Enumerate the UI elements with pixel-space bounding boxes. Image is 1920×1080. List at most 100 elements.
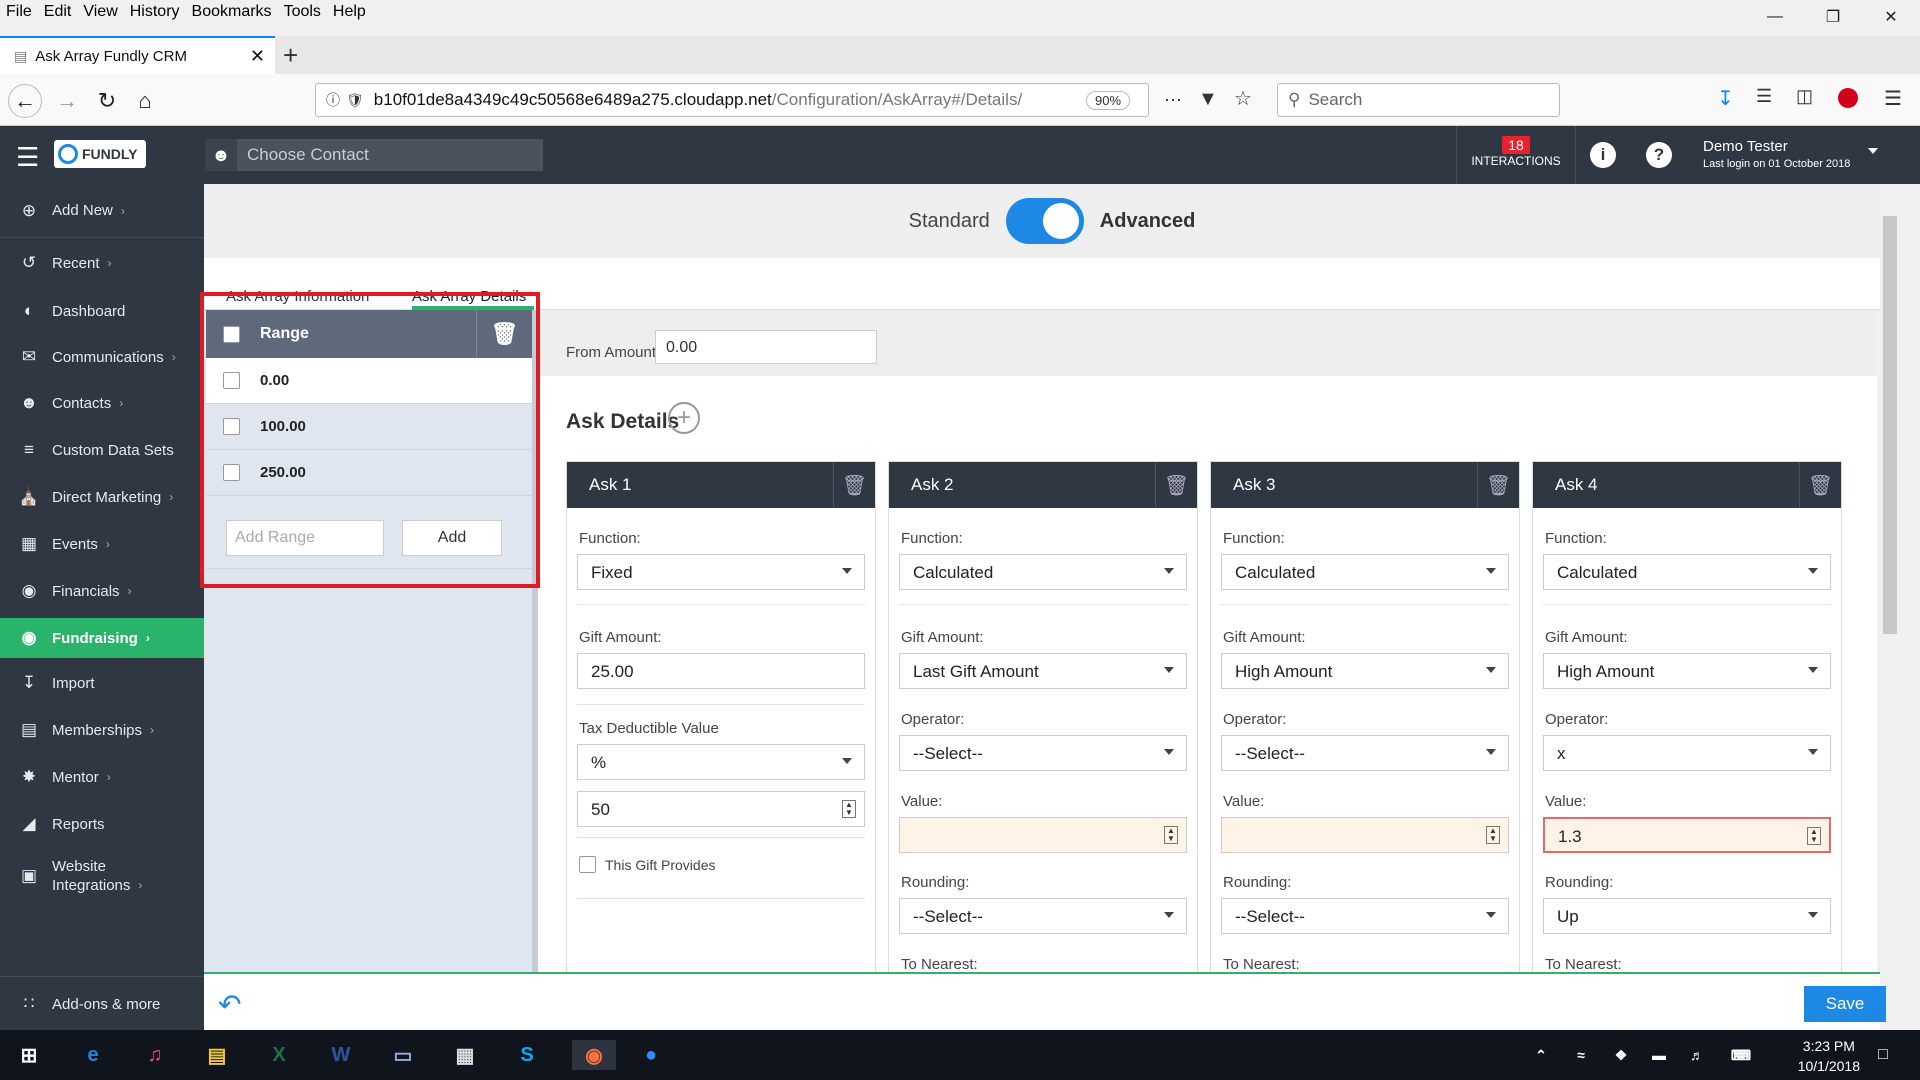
back-icon[interactable]: ← <box>8 84 42 118</box>
browser-search[interactable]: ⚲ Search <box>1277 83 1560 117</box>
sidebar-item-events[interactable]: ▦ Events › <box>0 521 204 567</box>
sidebar-item-addons[interactable]: ∷ Add-ons & more <box>0 981 204 1027</box>
rounding-select[interactable]: --Select-- <box>899 898 1187 934</box>
trash-icon[interactable]: 🗑 <box>833 462 875 508</box>
minimize-icon[interactable]: — <box>1746 0 1804 34</box>
spinner-icon[interactable]: ▲ ▼ <box>1807 827 1821 845</box>
sidebar-item-add-new[interactable]: ⊕ Add New › <box>0 184 204 238</box>
zoom-level[interactable]: 90% <box>1086 91 1131 110</box>
library-icon[interactable]: ☰ <box>1756 86 1772 107</box>
excel-icon[interactable]: X <box>264 1040 294 1070</box>
new-tab-icon[interactable]: + <box>283 40 298 71</box>
spinner-icon[interactable]: ▲ ▼ <box>1486 826 1500 844</box>
sidebar-item-financials[interactable]: ◉ Financials › <box>0 568 204 614</box>
gift-amount-select[interactable]: High Amount <box>1221 653 1509 689</box>
rounding-select[interactable]: Up <box>1543 898 1831 934</box>
value-input[interactable]: ▲ ▼ <box>899 817 1187 853</box>
menu-file[interactable]: File <box>0 0 38 21</box>
menu-view[interactable]: View <box>77 0 123 21</box>
page-scrollbar[interactable] <box>1880 184 1900 1030</box>
menu-history[interactable]: History <box>124 0 186 21</box>
gift-amount-select[interactable]: High Amount <box>1543 653 1831 689</box>
operator-select[interactable]: --Select-- <box>1221 735 1509 771</box>
sidebar-item-direct-marketing[interactable]: ⛪ Direct Marketing › <box>0 474 204 520</box>
interactions-button[interactable]: 18 INTERACTIONS <box>1456 126 1576 184</box>
url-bar[interactable]: ⓘ 🛡 b10f01de8a4349c49c50568e6489a275.clo… <box>315 83 1182 117</box>
sidebar-item-memberships[interactable]: ▤ Memberships › <box>0 707 204 753</box>
calculator-icon[interactable]: ▦ <box>450 1040 480 1070</box>
chevron-down-icon[interactable] <box>1868 148 1878 154</box>
keyboard-icon[interactable]: ⌨ <box>1726 1040 1756 1070</box>
user-menu[interactable]: Demo Tester Last login on 01 October 201… <box>1703 138 1850 170</box>
trash-icon[interactable]: 🗑 <box>1799 462 1841 508</box>
dropbox-icon[interactable]: ❖ <box>1606 1040 1636 1070</box>
menu-bookmarks[interactable]: Bookmarks <box>186 0 278 21</box>
function-select[interactable]: Calculated <box>899 554 1187 590</box>
sidebar-item-communications[interactable]: ✉ Communications › <box>0 334 204 380</box>
bookmark-star-icon[interactable]: ☆ <box>1234 86 1252 111</box>
firefox-icon[interactable]: ◉ <box>572 1040 616 1070</box>
zoom-app-icon[interactable]: ● <box>636 1040 666 1070</box>
hamburger-menu-icon[interactable]: ☰ <box>1884 86 1902 111</box>
tax-type-select[interactable]: % <box>577 744 865 780</box>
app-icon[interactable]: ▭ <box>388 1040 418 1070</box>
sidebar-item-fundraising[interactable]: ◉ Fundraising › <box>0 618 204 658</box>
help-icon[interactable]: ? <box>1646 142 1672 168</box>
close-tab-icon[interactable]: ✕ <box>250 46 265 67</box>
operator-select[interactable]: x <box>1543 735 1831 771</box>
value-input[interactable]: ▲ ▼ <box>1221 817 1509 853</box>
mode-toggle-switch[interactable] <box>1005 198 1084 244</box>
volume-icon[interactable]: ♬ <box>1682 1040 1712 1070</box>
menu-toggle-icon[interactable]: ☰ <box>16 142 39 173</box>
spinner-icon[interactable]: ▲ ▼ <box>842 800 856 818</box>
function-select[interactable]: Calculated <box>1543 554 1831 590</box>
info-icon[interactable]: ⓘ <box>326 90 340 110</box>
pocket-icon[interactable]: ▼ <box>1198 88 1218 111</box>
restore-icon[interactable]: ❐ <box>1804 0 1862 34</box>
windows-start-icon[interactable]: ⊞ <box>14 1040 44 1070</box>
sidebar-item-recent[interactable]: ↺ Recent › <box>0 240 204 286</box>
trash-icon[interactable]: 🗑 <box>1155 462 1197 508</box>
sidebar-item-import[interactable]: ↧ Import <box>0 660 204 706</box>
menu-tools[interactable]: Tools <box>278 0 327 21</box>
sidebar-toggle-icon[interactable]: ◫ <box>1796 86 1813 107</box>
operator-select[interactable]: --Select-- <box>899 735 1187 771</box>
battery-icon[interactable]: ▬ <box>1644 1040 1674 1070</box>
rounding-select[interactable]: --Select-- <box>1221 898 1509 934</box>
word-icon[interactable]: W <box>326 1040 356 1070</box>
menu-help[interactable]: Help <box>327 0 372 21</box>
skype-icon[interactable]: S <box>512 1040 542 1070</box>
file-explorer-icon[interactable]: ▤ <box>202 1040 232 1070</box>
menu-edit[interactable]: Edit <box>38 0 78 21</box>
reload-icon[interactable]: ↻ <box>90 84 124 118</box>
fundly-logo[interactable]: FUNDLY <box>54 140 146 168</box>
itunes-icon[interactable]: ♫ <box>140 1040 170 1070</box>
notifications-icon[interactable]: □ <box>1868 1040 1898 1070</box>
value-input[interactable]: 1.3 ▲ ▼ <box>1543 817 1831 853</box>
tray-up-icon[interactable]: ⌃ <box>1526 1040 1556 1070</box>
gift-amount-input[interactable]: 25.00 <box>577 653 865 689</box>
gift-provides-checkbox[interactable] <box>579 856 596 873</box>
choose-contact-input[interactable]: ☻ Choose Contact <box>205 139 543 171</box>
add-ask-icon[interactable]: + <box>668 402 700 434</box>
home-icon[interactable]: ⌂ <box>128 84 162 118</box>
sidebar-item-website-integrations[interactable]: ▣ Website Integrations › <box>0 848 204 904</box>
tax-value-input[interactable]: 50 ▲ ▼ <box>577 791 865 827</box>
function-select[interactable]: Fixed <box>577 554 865 590</box>
close-window-icon[interactable]: ✕ <box>1862 0 1920 34</box>
function-select[interactable]: Calculated <box>1221 554 1509 590</box>
network-icon[interactable]: ≈ <box>1566 1040 1596 1070</box>
sidebar-item-reports[interactable]: ◢ Reports <box>0 801 204 847</box>
sidebar-item-custom-data-sets[interactable]: ≡ Custom Data Sets <box>0 427 204 473</box>
sidebar-item-mentor[interactable]: ✸ Mentor › <box>0 754 204 800</box>
from-amount-input[interactable]: 0.00 <box>655 330 877 364</box>
edge-icon[interactable]: e <box>78 1040 108 1070</box>
spinner-icon[interactable]: ▲ ▼ <box>1164 826 1178 844</box>
info-icon[interactable]: i <box>1590 142 1616 168</box>
save-button[interactable]: Save <box>1804 986 1886 1022</box>
system-clock[interactable]: 3:23 PM 10/1/2018 <box>1798 1036 1860 1076</box>
extension-icon[interactable] <box>1838 88 1858 108</box>
more-icon[interactable]: ⋯ <box>1164 90 1182 111</box>
gift-amount-select[interactable]: Last Gift Amount <box>899 653 1187 689</box>
browser-tab[interactable]: ▤ Ask Array Fundly CRM ✕ <box>0 36 275 74</box>
